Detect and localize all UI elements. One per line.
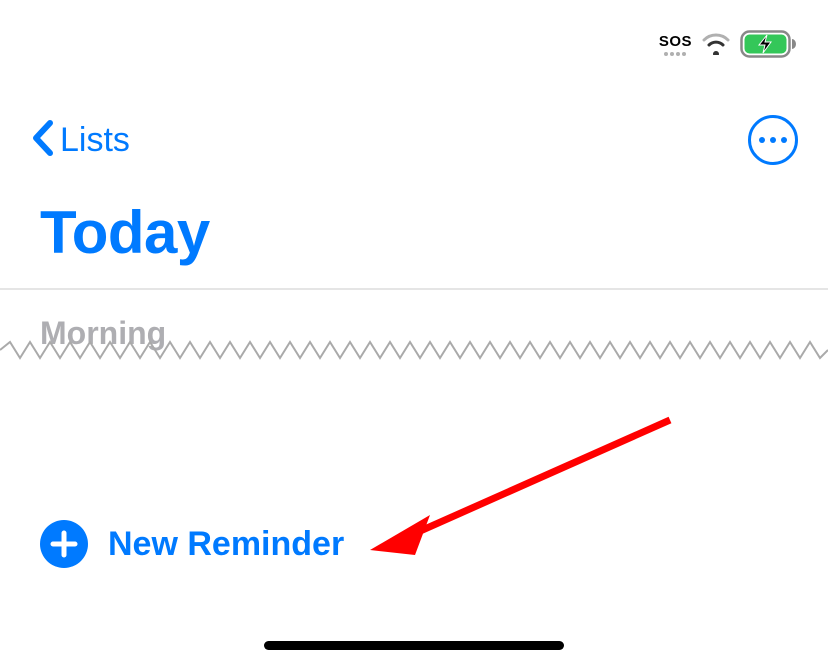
sos-label: SOS (659, 33, 692, 50)
divider (0, 288, 828, 290)
battery-charging-icon (740, 30, 798, 58)
status-bar: SOS (659, 30, 798, 58)
wifi-icon (702, 33, 730, 55)
home-indicator[interactable] (264, 641, 564, 650)
page-title: Today (40, 198, 210, 267)
sos-indicator: SOS (659, 33, 692, 56)
sos-dots (664, 52, 686, 56)
ellipsis-icon (759, 137, 787, 143)
plus-circle-icon (40, 520, 88, 568)
chevron-left-icon (30, 119, 54, 162)
annotation-arrow (350, 410, 690, 575)
nav-bar: Lists (0, 115, 828, 165)
more-button[interactable] (748, 115, 798, 165)
back-label: Lists (60, 121, 130, 160)
back-button[interactable]: Lists (30, 119, 130, 162)
new-reminder-button[interactable]: New Reminder (40, 520, 344, 568)
torn-edge-decoration (0, 340, 828, 360)
new-reminder-label: New Reminder (108, 525, 344, 564)
